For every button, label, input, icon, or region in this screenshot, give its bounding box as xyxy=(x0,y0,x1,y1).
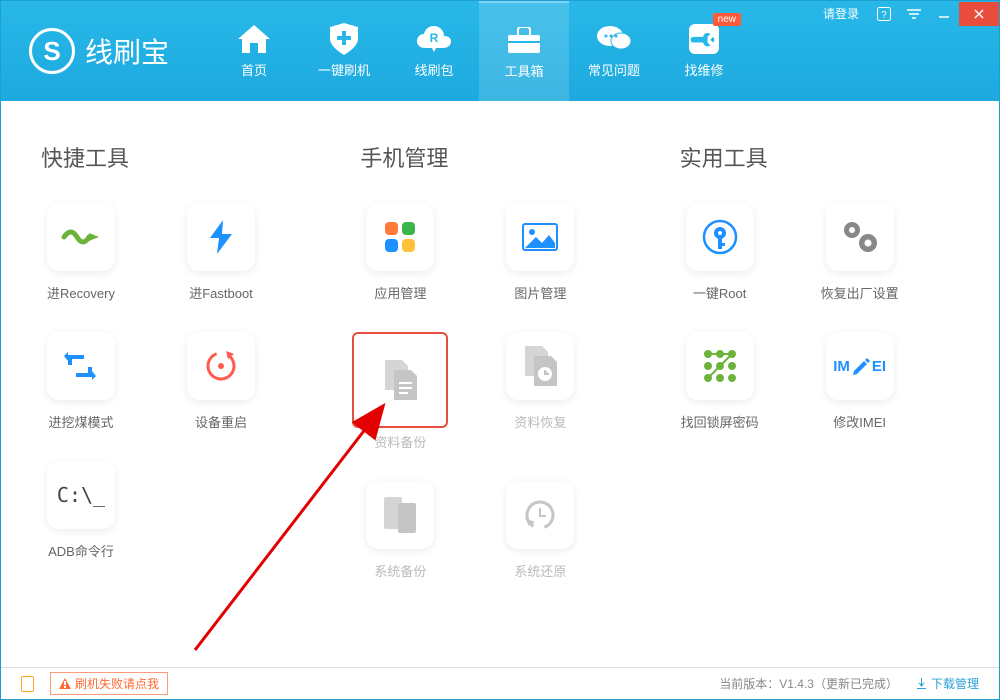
tool-adb[interactable]: C:\_ ADB命令行 xyxy=(31,461,131,560)
content-area: 快捷工具 进Recovery 进Fastboot 进挖煤模式 xyxy=(1,101,999,667)
tool-label: 设备重启 xyxy=(195,412,247,431)
section-title: 快捷工具 xyxy=(41,141,330,173)
chat-icon xyxy=(596,24,632,54)
version-label: 当前版本：V1.4.3（更新已完成） xyxy=(719,675,898,692)
tool-label: 图片管理 xyxy=(514,283,566,302)
app-logo-icon: S xyxy=(29,28,75,74)
tool-label: 修改IMEI xyxy=(833,412,886,431)
tool-label: 资料备份 xyxy=(374,432,426,451)
system-restore-icon xyxy=(506,481,574,549)
close-button[interactable] xyxy=(959,2,999,26)
nav-label: 工具箱 xyxy=(505,61,544,80)
tool-label: 应用管理 xyxy=(374,283,426,302)
window-controls: 请登录 ? xyxy=(813,1,999,26)
app-header: S 线刷宝 首页 一键刷机 R xyxy=(1,1,999,101)
section-title: 实用工具 xyxy=(680,141,969,173)
snake-icon xyxy=(47,203,115,271)
system-backup-icon xyxy=(366,481,434,549)
tool-app-mgmt[interactable]: 应用管理 xyxy=(350,203,450,302)
nav-faq[interactable]: 常见问题 xyxy=(569,1,659,101)
cloud-r-icon: R xyxy=(416,24,452,54)
svg-text:R: R xyxy=(430,31,439,45)
flash-fail-warning[interactable]: 刷机失败请点我 xyxy=(50,672,168,695)
tool-image-mgmt[interactable]: 图片管理 xyxy=(490,203,590,302)
flash-icon xyxy=(187,203,255,271)
tool-label: 资料恢复 xyxy=(514,412,566,431)
nav-home[interactable]: 首页 xyxy=(209,1,299,101)
home-icon xyxy=(236,24,272,54)
tool-reboot[interactable]: 设备重启 xyxy=(171,332,271,431)
tool-label: 进Recovery xyxy=(47,283,115,302)
logo-area: S 线刷宝 xyxy=(1,28,169,74)
file-restore-icon xyxy=(506,332,574,400)
minimize-button[interactable] xyxy=(929,2,959,26)
apps-icon xyxy=(366,203,434,271)
toolbox-icon xyxy=(506,25,542,55)
nav-label: 常见问题 xyxy=(588,60,640,79)
terminal-icon: C:\_ xyxy=(47,461,115,529)
tool-label: 进Fastboot xyxy=(189,283,253,302)
tool-label: 系统还原 xyxy=(514,561,566,580)
tool-system-backup[interactable]: 系统备份 xyxy=(350,481,450,580)
download-icon xyxy=(916,678,927,689)
main-nav: 首页 一键刷机 R 线刷包 工具箱 xyxy=(209,1,749,101)
section-title: 手机管理 xyxy=(360,141,649,173)
pattern-icon xyxy=(686,332,754,400)
section-quick-tools: 快捷工具 进Recovery 进Fastboot 进挖煤模式 xyxy=(31,141,330,580)
nav-repair[interactable]: new 找维修 xyxy=(659,1,749,101)
tool-root[interactable]: 一键Root xyxy=(670,203,770,302)
tool-label: ADB命令行 xyxy=(48,541,114,560)
section-utility: 实用工具 一键Root 恢复出厂设置 找回锁屏密码 xyxy=(670,141,969,580)
help-button[interactable]: ? xyxy=(869,2,899,26)
tool-imei[interactable]: IMEI 修改IMEI xyxy=(810,332,910,431)
tool-label: 找回锁屏密码 xyxy=(681,412,759,431)
tool-unlock-pattern[interactable]: 找回锁屏密码 xyxy=(670,332,770,431)
reload-arrows-icon xyxy=(47,332,115,400)
tool-factory-reset[interactable]: 恢复出厂设置 xyxy=(810,203,910,302)
tool-label: 一键Root xyxy=(693,283,746,302)
warning-icon xyxy=(59,678,71,690)
app-title: 线刷宝 xyxy=(85,31,169,71)
key-shield-icon xyxy=(686,203,754,271)
section-phone-mgmt: 手机管理 应用管理 图片管理 资料备份 xyxy=(350,141,649,580)
nav-label: 首页 xyxy=(241,60,267,79)
imei-icon: IMEI xyxy=(826,332,894,400)
tool-label: 进挖煤模式 xyxy=(48,412,113,431)
tool-label: 恢复出厂设置 xyxy=(821,283,899,302)
nav-rom[interactable]: R 线刷包 xyxy=(389,1,479,101)
gears-icon xyxy=(826,203,894,271)
tool-fastboot[interactable]: 进Fastboot xyxy=(171,203,271,302)
new-badge: new xyxy=(713,13,741,26)
restart-icon xyxy=(187,332,255,400)
login-link[interactable]: 请登录 xyxy=(813,1,869,26)
tool-system-restore[interactable]: 系统还原 xyxy=(490,481,590,580)
nav-toolbox[interactable]: 工具箱 xyxy=(479,1,569,101)
tool-data-restore[interactable]: 资料恢复 xyxy=(490,332,590,451)
nav-flash[interactable]: 一键刷机 xyxy=(299,1,389,101)
download-manager-link[interactable]: 下载管理 xyxy=(916,675,979,692)
svg-text:?: ? xyxy=(881,10,887,21)
menu-button[interactable] xyxy=(899,2,929,26)
nav-label: 一键刷机 xyxy=(318,60,370,79)
wrench-icon xyxy=(686,24,722,54)
file-backup-icon xyxy=(352,332,448,428)
status-bar: 刷机失败请点我 当前版本：V1.4.3（更新已完成） 下载管理 xyxy=(1,667,999,699)
tool-recovery[interactable]: 进Recovery xyxy=(31,203,131,302)
tool-label: 系统备份 xyxy=(374,561,426,580)
tool-mining-mode[interactable]: 进挖煤模式 xyxy=(31,332,131,431)
shield-plus-icon xyxy=(326,24,362,54)
picture-icon xyxy=(506,203,574,271)
device-status-icon[interactable] xyxy=(21,676,34,692)
nav-label: 找维修 xyxy=(685,60,724,79)
tool-data-backup[interactable]: 资料备份 xyxy=(350,332,450,451)
nav-label: 线刷包 xyxy=(415,60,454,79)
